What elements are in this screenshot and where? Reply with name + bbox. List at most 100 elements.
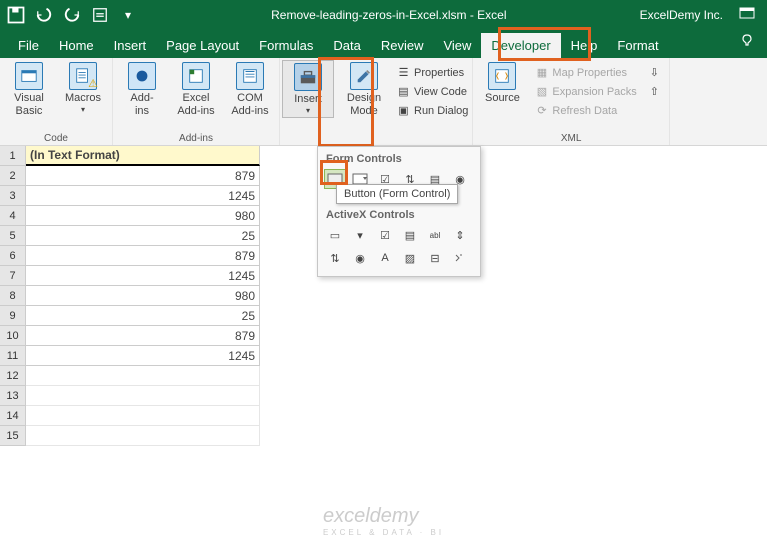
save-icon[interactable] xyxy=(6,5,26,25)
ribbon-display-options-icon[interactable] xyxy=(739,7,755,24)
cell[interactable]: 879 xyxy=(26,326,260,346)
map-properties-icon: ▦ xyxy=(534,65,549,80)
group-label-xml: XML xyxy=(561,132,582,144)
visual-basic-icon xyxy=(15,62,43,90)
run-dialog-icon: ▣ xyxy=(396,103,411,118)
design-mode-button[interactable]: Design Mode xyxy=(340,60,388,119)
row-header[interactable]: 7 xyxy=(0,266,26,286)
ax-spinbutton[interactable]: ⇅ xyxy=(324,248,346,268)
row-header[interactable]: 11 xyxy=(0,346,26,366)
export-icon: ⇧ xyxy=(647,84,662,99)
row-header[interactable]: 15 xyxy=(0,426,26,446)
watermark: exceldemy EXCEL & DATA · BI xyxy=(323,505,444,537)
visual-basic-button[interactable]: Visual Basic xyxy=(5,60,53,119)
tab-data[interactable]: Data xyxy=(323,33,370,58)
excel-addins-button[interactable]: Excel Add-ins xyxy=(172,60,220,119)
account-name[interactable]: ExcelDemy Inc. xyxy=(640,8,723,22)
row-header[interactable]: 12 xyxy=(0,366,26,386)
properties-icon: ☰ xyxy=(396,65,411,80)
com-addins-button[interactable]: COM Add-ins xyxy=(226,60,274,119)
cell[interactable] xyxy=(26,386,260,406)
excel-addins-icon xyxy=(182,62,210,90)
tab-view[interactable]: View xyxy=(433,33,481,58)
ribbon-content: Visual Basic ⚠ Macros ▾ Code Add- ins Ex… xyxy=(0,58,767,146)
macros-icon: ⚠ xyxy=(69,62,97,90)
expansion-packs-button: ▧Expansion Packs xyxy=(532,83,638,100)
row-header[interactable]: 14 xyxy=(0,406,26,426)
form-controls-label: Form Controls xyxy=(324,151,474,169)
view-code-button[interactable]: ▤View Code xyxy=(394,83,470,100)
row-header[interactable]: 2 xyxy=(0,166,26,186)
cell[interactable]: 1245 xyxy=(26,186,260,206)
ax-scrollbar[interactable]: ⇕ xyxy=(449,225,471,245)
export-button[interactable]: ⇧ xyxy=(645,83,664,100)
row-header[interactable]: 3 xyxy=(0,186,26,206)
row-header[interactable]: 8 xyxy=(0,286,26,306)
document-title: Remove-leading-zeros-in-Excel.xlsm - Exc… xyxy=(138,8,640,22)
redo-icon[interactable] xyxy=(62,5,82,25)
qat-customize-icon[interactable]: ▾ xyxy=(118,5,138,25)
activex-controls-label: ActiveX Controls xyxy=(324,207,474,225)
ax-combobox[interactable]: ▾ xyxy=(349,225,371,245)
insert-controls-button[interactable]: Insert ▾ xyxy=(282,60,334,118)
row-header[interactable]: 5 xyxy=(0,226,26,246)
row-header[interactable]: 6 xyxy=(0,246,26,266)
cell[interactable]: 1245 xyxy=(26,266,260,286)
ax-listbox[interactable]: ▤ xyxy=(399,225,421,245)
row-header[interactable]: 9 xyxy=(0,306,26,326)
ax-label[interactable]: A xyxy=(374,248,396,268)
addins-icon xyxy=(128,62,156,90)
tab-format[interactable]: Format xyxy=(607,33,668,58)
tab-insert[interactable]: Insert xyxy=(104,33,157,58)
tell-me-icon[interactable] xyxy=(731,29,767,58)
cell[interactable]: 25 xyxy=(26,306,260,326)
ax-optionbutton[interactable]: ◉ xyxy=(349,248,371,268)
addins-button[interactable]: Add- ins xyxy=(118,60,166,119)
ax-more[interactable] xyxy=(449,248,471,268)
run-dialog-button[interactable]: ▣Run Dialog xyxy=(394,102,470,119)
refresh-data-button: ⟳Refresh Data xyxy=(532,102,638,119)
properties-button[interactable]: ☰Properties xyxy=(394,64,470,81)
tab-review[interactable]: Review xyxy=(371,33,434,58)
tab-home[interactable]: Home xyxy=(49,33,104,58)
row-header[interactable]: 13 xyxy=(0,386,26,406)
ax-textbox[interactable]: abl xyxy=(424,225,446,245)
cell[interactable]: 879 xyxy=(26,246,260,266)
ax-commandbutton[interactable]: ▭ xyxy=(324,225,346,245)
macros-button[interactable]: ⚠ Macros ▾ xyxy=(59,60,107,116)
cell[interactable]: 980 xyxy=(26,206,260,226)
refresh-icon: ⟳ xyxy=(534,103,549,118)
row-header[interactable]: 4 xyxy=(0,206,26,226)
cell[interactable] xyxy=(26,426,260,446)
cell[interactable]: 1245 xyxy=(26,346,260,366)
ax-image[interactable]: ▨ xyxy=(399,248,421,268)
group-label-code: Code xyxy=(44,132,68,144)
source-icon xyxy=(488,62,516,90)
undo-icon[interactable] xyxy=(34,5,54,25)
ax-togglebutton[interactable]: ⊟ xyxy=(424,248,446,268)
insert-controls-dropdown: Form Controls ☑ ⇅ ▤ ◉ ActiveX Controls ▭… xyxy=(317,146,481,277)
cell[interactable]: 25 xyxy=(26,226,260,246)
tab-developer[interactable]: Developer xyxy=(481,33,560,58)
group-label-controls xyxy=(375,132,378,144)
view-code-icon: ▤ xyxy=(396,84,411,99)
import-button[interactable]: ⇩ xyxy=(645,64,664,81)
tooltip-button-form-control: Button (Form Control) xyxy=(336,184,458,204)
ax-checkbox[interactable]: ☑ xyxy=(374,225,396,245)
qat-more-icon[interactable] xyxy=(90,5,110,25)
row-header[interactable]: 1 xyxy=(0,146,26,166)
expansion-packs-icon: ▧ xyxy=(534,84,549,99)
import-icon: ⇩ xyxy=(647,65,662,80)
design-mode-icon xyxy=(350,62,378,90)
source-button[interactable]: Source xyxy=(478,60,526,107)
tab-help[interactable]: Help xyxy=(561,33,608,58)
tab-file[interactable]: File xyxy=(8,33,49,58)
cell[interactable]: 879 xyxy=(26,166,260,186)
cell[interactable] xyxy=(26,406,260,426)
row-header[interactable]: 10 xyxy=(0,326,26,346)
tab-formulas[interactable]: Formulas xyxy=(249,33,323,58)
cell[interactable] xyxy=(26,366,260,386)
cell[interactable]: 980 xyxy=(26,286,260,306)
cell[interactable]: (In Text Format) xyxy=(26,146,260,166)
tab-page-layout[interactable]: Page Layout xyxy=(156,33,249,58)
